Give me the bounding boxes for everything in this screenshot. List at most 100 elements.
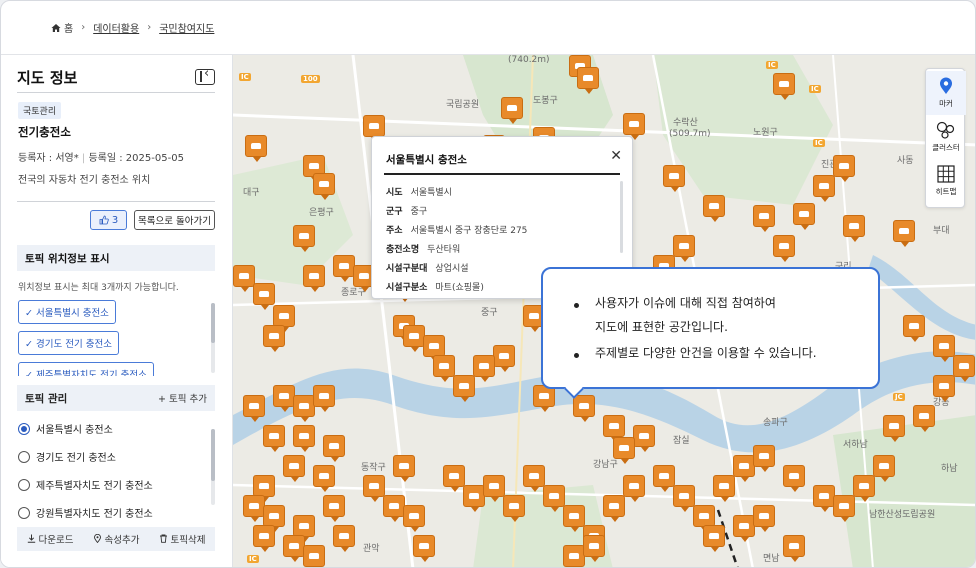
charging-station-marker-icon[interactable] [283,535,305,562]
charging-station-marker-icon[interactable] [453,375,475,402]
breadcrumb-citizen-map[interactable]: 국민참여지도 [159,20,214,35]
charging-station-marker-icon[interactable] [273,385,295,412]
charging-station-marker-icon[interactable] [793,203,815,230]
location-chip[interactable]: ✓ 경기도 전기 충전소 [18,331,119,355]
charging-station-marker-icon[interactable] [293,395,315,422]
charging-station-marker-icon[interactable] [393,455,415,482]
popup-scrollbar[interactable] [620,181,623,253]
charging-station-marker-icon[interactable] [673,235,695,262]
charging-station-marker-icon[interactable] [283,455,305,482]
charging-station-marker-icon[interactable] [323,495,345,522]
charging-station-marker-icon[interactable] [463,485,485,512]
close-icon[interactable]: ✕ [610,148,622,164]
charging-station-marker-icon[interactable] [253,475,275,502]
charging-station-marker-icon[interactable] [253,283,275,310]
charging-station-marker-icon[interactable] [933,375,955,402]
charging-station-marker-icon[interactable] [753,505,775,532]
breadcrumb-data-use[interactable]: 데이터활용 [93,20,139,35]
charging-station-marker-icon[interactable] [833,495,855,522]
charging-station-marker-icon[interactable] [543,485,565,512]
charging-station-marker-icon[interactable] [843,215,865,242]
home-link[interactable]: 홈 [51,20,73,35]
location-chip[interactable]: ✓ 제주특별자치도 전기 충전소 [18,362,154,376]
marker-view-button[interactable]: 마커 [926,71,966,115]
charging-station-marker-icon[interactable] [693,505,715,532]
heatmap-view-button[interactable]: 히트맵 [926,159,966,203]
cluster-view-button[interactable]: 클러스터 [926,115,966,159]
charging-station-marker-icon[interactable] [753,205,775,232]
radio-icon[interactable] [18,506,30,519]
charging-station-marker-icon[interactable] [433,355,455,382]
collapse-sidebar-icon[interactable] [195,66,215,85]
charging-station-marker-icon[interactable] [623,113,645,140]
charging-station-marker-icon[interactable] [303,545,325,567]
charging-station-marker-icon[interactable] [413,535,435,562]
charging-station-marker-icon[interactable] [443,465,465,492]
charging-station-marker-icon[interactable] [663,165,685,192]
charging-station-marker-icon[interactable] [623,475,645,502]
radio-selected-icon[interactable] [18,422,30,435]
charging-station-marker-icon[interactable] [313,465,335,492]
download-button[interactable]: 다운로드 [27,532,74,546]
charging-station-marker-icon[interactable] [883,415,905,442]
charging-station-marker-icon[interactable] [293,225,315,252]
charging-station-marker-icon[interactable] [813,175,835,202]
charging-station-marker-icon[interactable] [313,173,335,200]
charging-station-marker-icon[interactable] [733,515,755,542]
charging-station-marker-icon[interactable] [403,325,425,352]
charging-station-marker-icon[interactable] [603,415,625,442]
charging-station-marker-icon[interactable] [473,355,495,382]
charging-station-marker-icon[interactable] [673,485,695,512]
charging-station-marker-icon[interactable] [263,425,285,452]
back-to-list-button[interactable]: 목록으로 돌아가기 [134,210,215,230]
charging-station-marker-icon[interactable] [303,265,325,292]
charging-station-marker-icon[interactable] [243,495,265,522]
radio-icon[interactable] [18,478,30,491]
charging-station-marker-icon[interactable] [323,435,345,462]
charging-station-marker-icon[interactable] [273,305,295,332]
charging-station-marker-icon[interactable] [363,115,385,142]
charging-station-marker-icon[interactable] [293,515,315,542]
charging-station-marker-icon[interactable] [501,97,523,124]
charging-station-marker-icon[interactable] [383,495,405,522]
charging-station-marker-icon[interactable] [423,335,445,362]
charging-station-marker-icon[interactable] [933,335,955,362]
charging-station-marker-icon[interactable] [333,525,355,552]
charging-station-marker-icon[interactable] [913,405,935,432]
charging-station-marker-icon[interactable] [563,505,585,532]
add-topic-button[interactable]: + 토픽 추가 [158,391,207,405]
charging-station-marker-icon[interactable] [603,495,625,522]
charging-station-marker-icon[interactable] [363,475,385,502]
charging-station-marker-icon[interactable] [243,395,265,422]
topic-radio-item[interactable]: 서울특별시 충전소 [18,421,113,436]
topic-radio-item[interactable]: 경기도 전기 충전소 [18,449,116,464]
charging-station-marker-icon[interactable] [853,475,875,502]
charging-station-marker-icon[interactable] [713,475,735,502]
charging-station-marker-icon[interactable] [563,545,585,567]
location-scrollbar[interactable] [211,303,215,373]
charging-station-marker-icon[interactable] [403,505,425,532]
add-attribute-button[interactable]: 속성추가 [93,532,140,546]
charging-station-marker-icon[interactable] [503,495,525,522]
charging-station-marker-icon[interactable] [313,385,335,412]
scrollbar-thumb[interactable] [211,303,215,343]
charging-station-marker-icon[interactable] [263,325,285,352]
charging-station-marker-icon[interactable] [573,395,595,422]
radio-icon[interactable] [18,450,30,463]
charging-station-marker-icon[interactable] [703,525,725,552]
topic-radio-item[interactable]: 강원특별자치도 전기 충전소 [18,505,153,519]
charging-station-marker-icon[interactable] [633,425,655,452]
scrollbar-thumb[interactable] [211,429,215,481]
charging-station-marker-icon[interactable] [773,73,795,100]
charging-station-marker-icon[interactable] [903,315,925,342]
charging-station-marker-icon[interactable] [873,455,895,482]
charging-station-marker-icon[interactable] [293,425,315,452]
charging-station-marker-icon[interactable] [333,255,355,282]
charging-station-marker-icon[interactable] [783,465,805,492]
charging-station-marker-icon[interactable] [523,465,545,492]
charging-station-marker-icon[interactable] [613,437,635,464]
charging-station-marker-icon[interactable] [653,465,675,492]
charging-station-marker-icon[interactable] [953,355,975,382]
charging-station-marker-icon[interactable] [577,67,599,94]
location-chip[interactable]: ✓ 서울특별시 충전소 [18,300,116,324]
